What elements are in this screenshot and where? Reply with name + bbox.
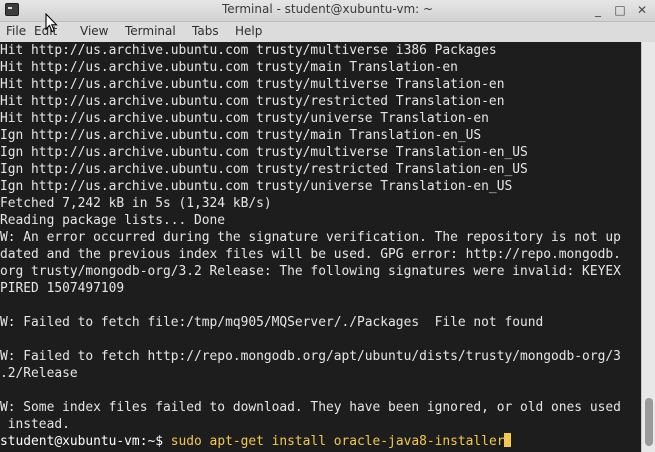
menu-tabs[interactable]: Tabs [192, 24, 219, 38]
output-line: Hit http://us.archive.ubuntu.com trusty/… [0, 43, 497, 58]
maximize-icon[interactable]: □ [612, 2, 628, 18]
output-line: Fetched 7,242 kB in 5s (1,324 kB/s) [0, 196, 272, 211]
output-line: dated and the previous index files will … [0, 247, 621, 262]
mouse-pointer-icon [45, 13, 58, 33]
text-cursor [504, 433, 512, 447]
menu-file[interactable]: File [6, 24, 26, 38]
output-line: W: Some index files failed to download. … [0, 400, 621, 415]
output-line: Ign http://us.archive.ubuntu.com trusty/… [0, 145, 528, 160]
output-line: W: Failed to fetch file:/tmp/mq905/MQSer… [0, 315, 544, 330]
terminal-window: Terminal - student@xubuntu-vm: ~ _ □ ✕ F… [0, 0, 655, 452]
output-line: org trusty/mongodb-org/3.2 Release: The … [0, 264, 621, 279]
scrollbar-thumb[interactable] [645, 398, 653, 446]
output-line: Ign http://us.archive.ubuntu.com trusty/… [0, 179, 513, 194]
terminal-output[interactable]: Hit http://us.archive.ubuntu.com trusty/… [0, 42, 641, 452]
command-line[interactable]: student@xubuntu-vm:~$ sudo apt-get insta… [0, 433, 512, 450]
output-line: Ign http://us.archive.ubuntu.com trusty/… [0, 128, 482, 143]
menu-view[interactable]: View [80, 24, 108, 38]
close-icon[interactable]: ✕ [634, 2, 650, 18]
output-line: PIRED 1507497109 [0, 281, 125, 296]
output-line: Hit http://us.archive.ubuntu.com trusty/… [0, 60, 458, 75]
output-line: instead. [0, 417, 70, 432]
output-line: .2/Release [0, 366, 78, 381]
window-title: Terminal - student@xubuntu-vm: ~ [221, 2, 434, 16]
output-line: Hit http://us.archive.ubuntu.com trusty/… [0, 77, 505, 92]
output-line: Reading package lists... Done [0, 213, 226, 228]
output-line: Hit http://us.archive.ubuntu.com trusty/… [0, 111, 489, 126]
typed-command[interactable]: sudo apt-get install oracle-java8-instal… [171, 434, 505, 449]
title-bar[interactable]: Terminal - student@xubuntu-vm: ~ _ □ ✕ [0, 0, 655, 22]
minimize-icon[interactable]: _ [590, 2, 606, 18]
menu-bar: File Edit View Terminal Tabs Help [0, 22, 655, 41]
output-line: Ign http://us.archive.ubuntu.com trusty/… [0, 162, 528, 177]
output-line: W: Failed to fetch http://repo.mongodb.o… [0, 349, 621, 364]
vertical-scrollbar[interactable] [641, 42, 655, 452]
output-line: Hit http://us.archive.ubuntu.com trusty/… [0, 94, 505, 109]
menu-help[interactable]: Help [235, 24, 262, 38]
menu-terminal[interactable]: Terminal [125, 24, 176, 38]
output-line: W: An error occurred during the signatur… [0, 230, 621, 245]
shell-prompt: student@xubuntu-vm:~$ [0, 434, 171, 449]
